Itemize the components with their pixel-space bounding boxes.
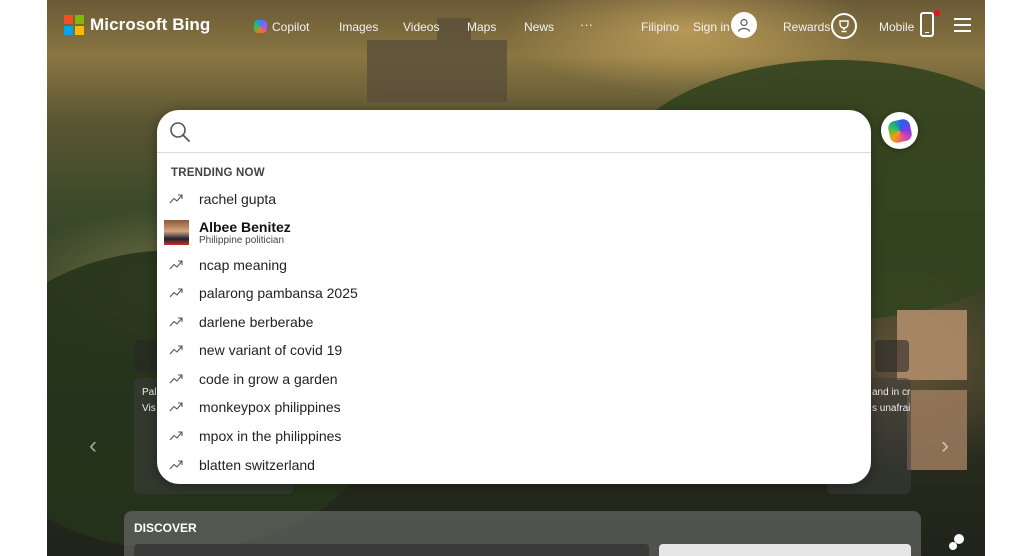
top-header: Microsoft Bing Copilot Images Videos Map… (47, 0, 985, 52)
discover-panel: DISCOVER (124, 511, 921, 556)
trending-arrow-icon (169, 288, 183, 298)
copilot-icon (886, 117, 913, 144)
suggestion-text: blatten switzerland (199, 457, 315, 473)
language-link[interactable]: Filipino (641, 20, 679, 34)
copilot-button[interactable] (881, 112, 918, 149)
suggestion-text: new variant of covid 19 (199, 342, 343, 358)
trending-arrow-icon (169, 460, 183, 470)
suggestion-item[interactable]: blatten switzerland (157, 451, 871, 479)
carousel-next-small-button[interactable] (875, 340, 909, 372)
suggestion-text: mpox in the philippines (199, 428, 342, 444)
suggestion-item[interactable]: palarong pambansa 2025 (157, 279, 871, 307)
chat-icon[interactable] (947, 532, 967, 552)
search-input[interactable] (201, 118, 851, 146)
carousel-card-text: and in cr (872, 387, 911, 398)
logo-text: Microsoft Bing (90, 15, 211, 34)
suggestion-text: rachel gupta (199, 191, 277, 207)
trending-arrow-icon (169, 345, 183, 355)
entity-avatar (164, 220, 189, 245)
search-bar (157, 110, 871, 153)
trending-arrow-icon (169, 194, 183, 204)
suggestion-text: code in grow a garden (199, 371, 338, 387)
discover-card[interactable] (659, 544, 911, 556)
suggestion-text: darlene berberabe (199, 314, 314, 330)
suggestion-item[interactable]: ncap meaning (157, 251, 871, 279)
nav-copilot[interactable]: Copilot (254, 20, 309, 34)
copilot-icon (254, 20, 267, 33)
entity-description: Philippine politician (199, 235, 285, 246)
rewards-link[interactable]: Rewards (783, 20, 830, 34)
trending-arrow-icon (169, 431, 183, 441)
nav-maps[interactable]: Maps (467, 20, 496, 34)
phone-icon[interactable] (920, 12, 934, 37)
suggestion-text: palarong pambansa 2025 (199, 285, 358, 301)
suggestion-item[interactable]: code in grow a garden (157, 365, 871, 393)
suggestion-item[interactable]: mpox in the philippines (157, 422, 871, 450)
nav-images[interactable]: Images (339, 20, 378, 34)
discover-card[interactable] (134, 544, 649, 556)
trophy-icon (839, 20, 849, 33)
background-house (907, 390, 967, 470)
carousel-card-text: Vis (142, 403, 156, 414)
rewards-button[interactable] (831, 13, 857, 39)
carousel-card-text: Pal (142, 387, 157, 398)
nav-copilot-label: Copilot (272, 20, 310, 34)
trending-arrow-icon (169, 402, 183, 412)
user-icon (737, 18, 751, 32)
microsoft-logo-icon (64, 15, 84, 35)
bing-logo[interactable]: Microsoft Bing (64, 15, 210, 35)
suggestion-item[interactable]: darlene berberabe (157, 308, 871, 336)
carousel-card-text: s unafrai (872, 403, 911, 414)
trending-arrow-icon (169, 260, 183, 270)
notification-dot (934, 10, 940, 16)
trending-arrow-icon (169, 374, 183, 384)
search-suggestions-panel: TRENDING NOW rachel gupta Albee Benitez … (157, 110, 871, 484)
suggestion-item[interactable]: monkeypox philippines (157, 393, 871, 421)
suggestion-item[interactable]: rachel gupta (157, 185, 871, 213)
entity-name: Albee Benitez (199, 219, 291, 235)
mobile-link[interactable]: Mobile (879, 20, 914, 34)
suggestion-text: monkeypox philippines (199, 399, 341, 415)
hamburger-menu-icon[interactable] (954, 18, 971, 32)
nav-news[interactable]: News (524, 20, 554, 34)
carousel-next-icon[interactable]: › (941, 432, 949, 460)
carousel-prev-icon[interactable]: ‹ (89, 432, 97, 460)
suggestion-text: ncap meaning (199, 257, 287, 273)
search-icon[interactable] (169, 121, 191, 143)
trending-arrow-icon (169, 317, 183, 327)
nav-more[interactable]: ··· (580, 17, 593, 32)
trending-heading: TRENDING NOW (171, 167, 265, 179)
bing-homepage: Microsoft Bing Copilot Images Videos Map… (47, 0, 985, 556)
suggestion-entity[interactable]: Albee Benitez Philippine politician (157, 216, 871, 250)
nav-videos[interactable]: Videos (403, 20, 439, 34)
user-avatar-button[interactable] (731, 12, 757, 38)
sign-in-link[interactable]: Sign in (693, 20, 730, 34)
suggestion-item[interactable]: new variant of covid 19 (157, 336, 871, 364)
discover-label: DISCOVER (134, 521, 197, 535)
